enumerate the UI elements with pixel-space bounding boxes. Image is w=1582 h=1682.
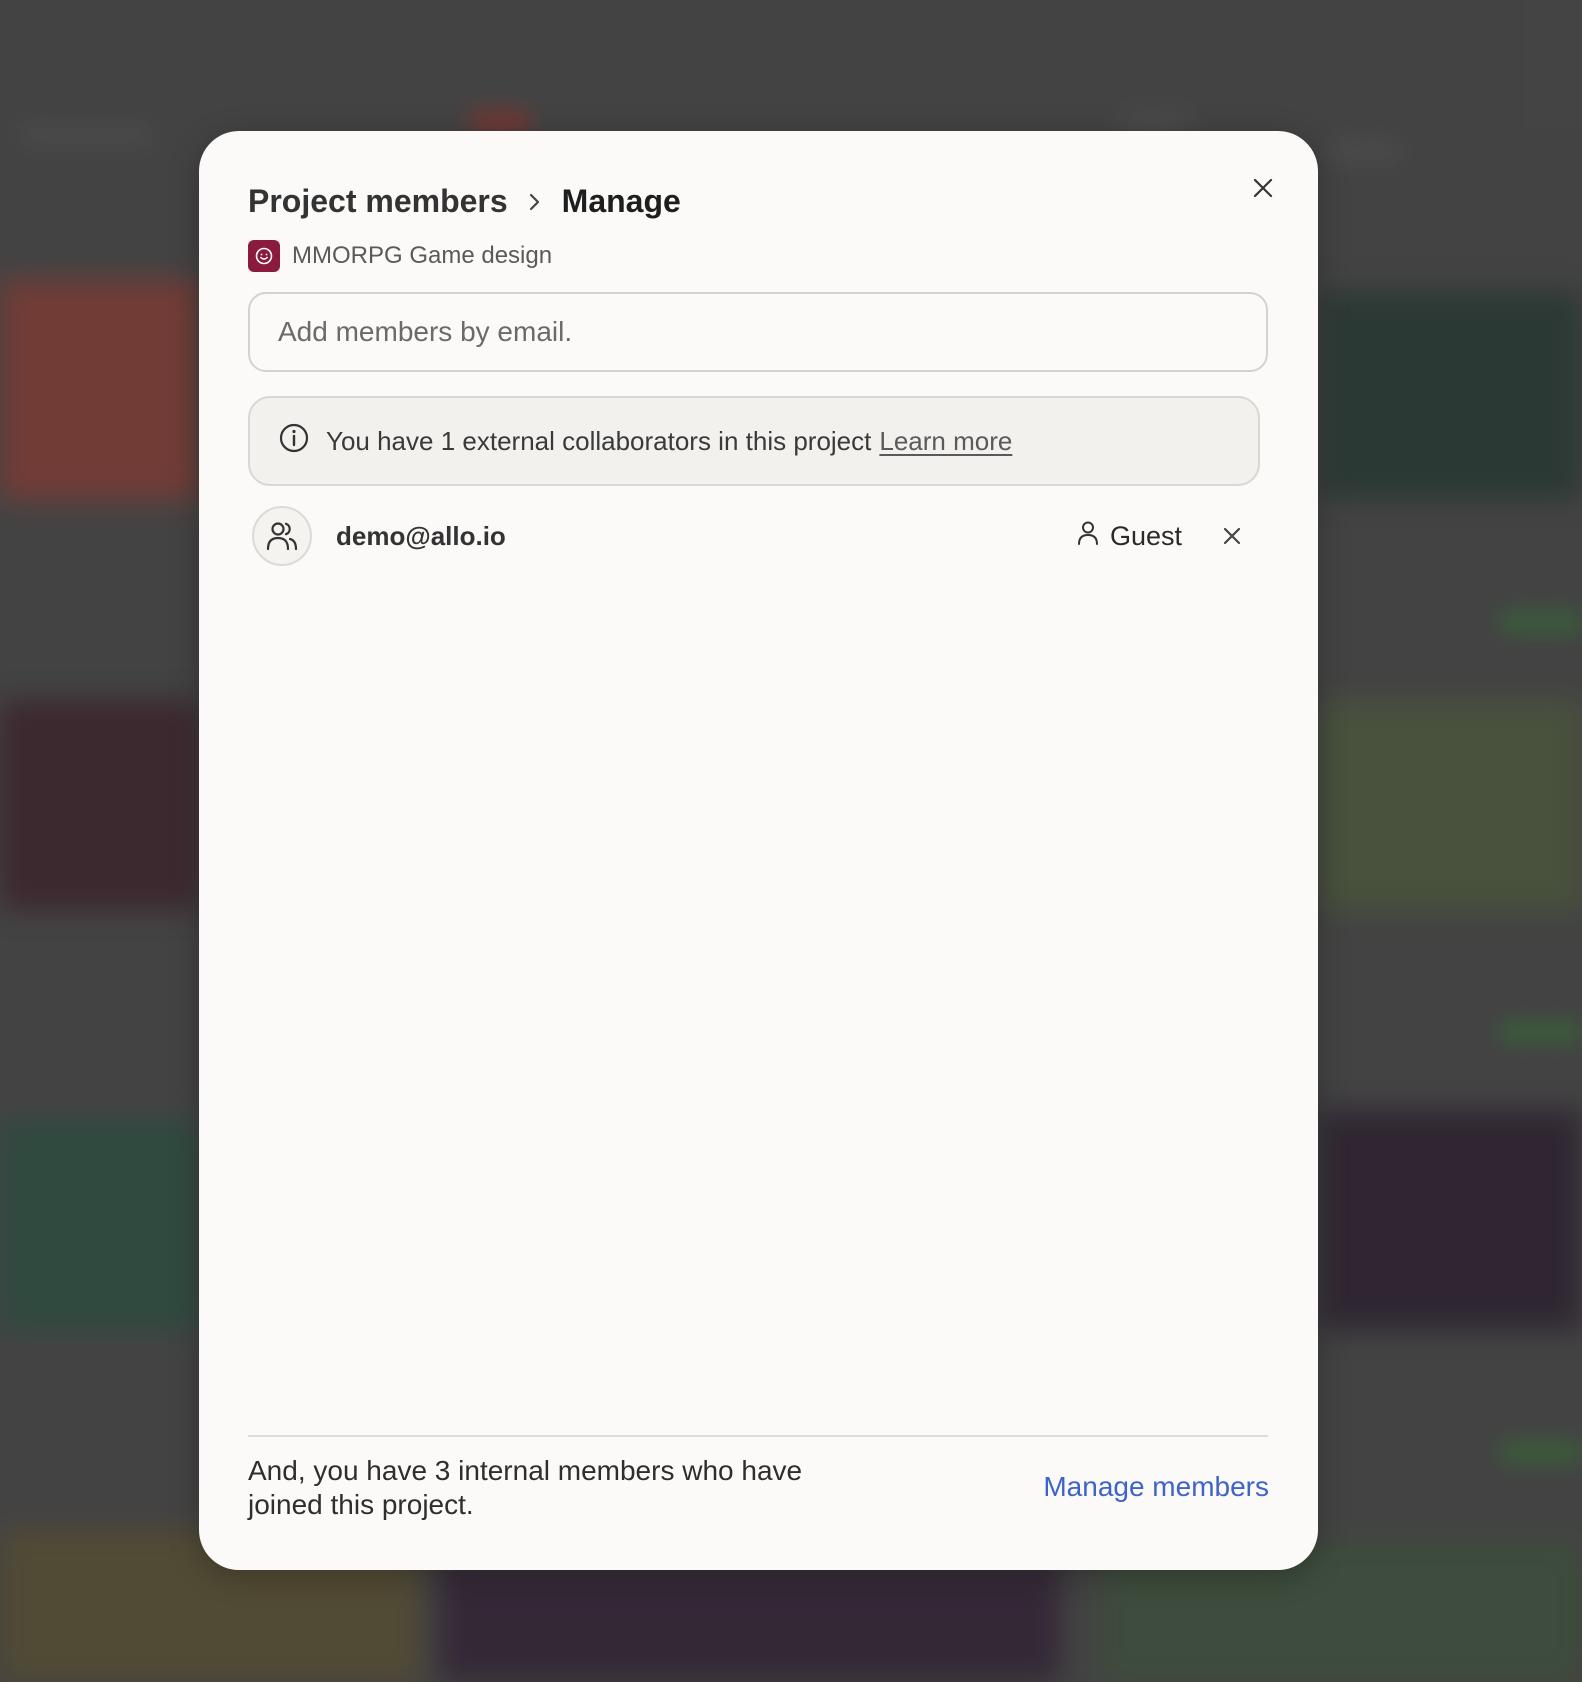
breadcrumb-parent[interactable]: Project members — [248, 183, 508, 220]
chevron-right-icon — [528, 192, 542, 212]
breadcrumb-current: Manage — [561, 183, 681, 219]
remove-member-icon[interactable] — [1216, 520, 1248, 552]
notice-text: You have 1 external collaborators in thi… — [326, 425, 872, 456]
project-name: MMORPG Game design — [292, 242, 553, 269]
member-email: demo@allo.io — [336, 520, 506, 551]
add-members-email-input[interactable] — [248, 292, 1268, 372]
project-members-modal: Project members Manage MMORPG Game desig… — [199, 131, 1318, 1570]
close-icon[interactable] — [1246, 171, 1280, 205]
person-icon — [1076, 520, 1100, 553]
info-icon — [278, 422, 310, 461]
footer-divider — [248, 1435, 1268, 1437]
users-icon — [252, 506, 312, 566]
internal-members-text: And, you have 3 internal members who hav… — [248, 1455, 803, 1520]
learn-more-link[interactable]: Learn more — [879, 426, 1012, 456]
member-role-label: Guest — [1109, 520, 1182, 551]
smiley-icon — [248, 240, 280, 272]
external-collaborators-notice: You have 1 external collaborators in thi… — [248, 396, 1260, 486]
breadcrumb: Project members Manage — [248, 183, 681, 220]
member-role-dropdown[interactable]: Guest — [1076, 520, 1182, 553]
project-indicator: MMORPG Game design — [248, 240, 552, 272]
manage-members-link[interactable]: Manage members — [1043, 1471, 1269, 1503]
member-row: demo@allo.io Guest — [248, 504, 1248, 568]
